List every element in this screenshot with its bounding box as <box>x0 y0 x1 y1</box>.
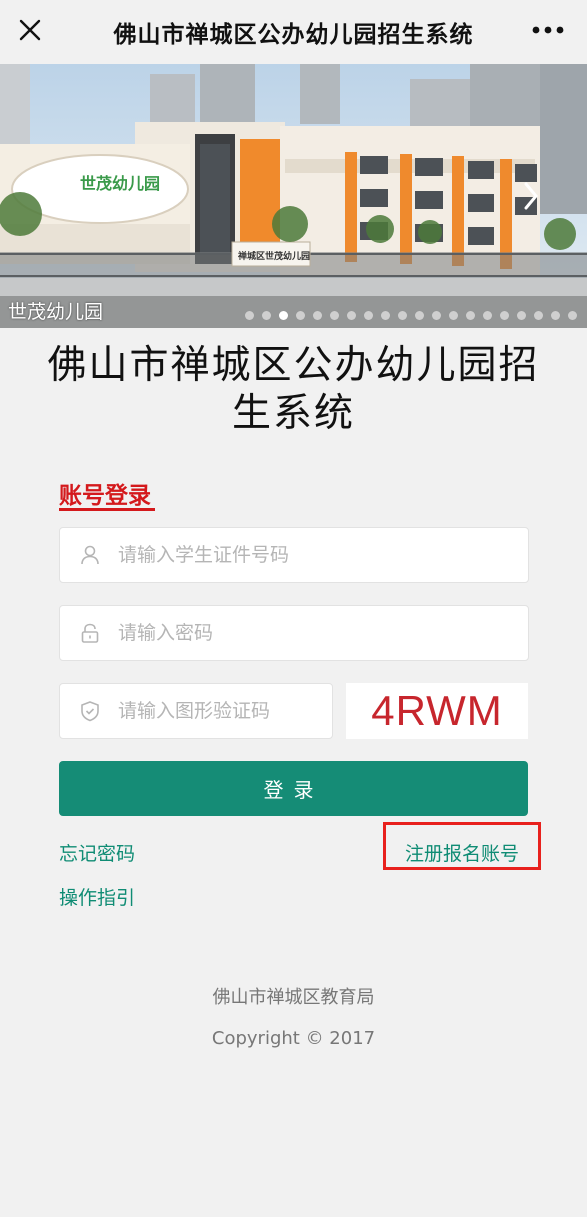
carousel-dot[interactable] <box>517 311 526 320</box>
more-icon[interactable] <box>531 18 565 42</box>
tab-account-login[interactable]: 账号登录 <box>59 476 151 510</box>
forgot-password-link[interactable]: 忘记密码 <box>59 839 135 866</box>
carousel-dot[interactable] <box>534 311 543 320</box>
carousel-dot[interactable] <box>347 311 356 320</box>
captcha-image[interactable]: 4RWM <box>346 683 528 739</box>
shield-icon <box>78 699 102 723</box>
carousel-dot[interactable] <box>313 311 322 320</box>
banner-carousel[interactable]: 世茂幼儿园 禅城区世茂幼儿园 世茂幼儿园 <box>0 64 587 328</box>
banner-caption: 世茂幼儿园 <box>8 301 104 323</box>
carousel-dot[interactable] <box>483 311 492 320</box>
carousel-dot[interactable] <box>364 311 373 320</box>
banner-image: 世茂幼儿园 禅城区世茂幼儿园 <box>0 64 587 328</box>
carousel-next-arrow-icon[interactable] <box>519 176 543 216</box>
carousel-dot[interactable] <box>279 311 288 320</box>
student-id-input[interactable] <box>116 543 528 567</box>
carousel-dot[interactable] <box>551 311 560 320</box>
carousel-dot[interactable] <box>262 311 271 320</box>
password-input[interactable] <box>116 621 528 645</box>
footer-copyright: Copyright © 2017 <box>211 1028 376 1049</box>
captcha-field[interactable] <box>59 683 333 739</box>
carousel-dot[interactable] <box>245 311 254 320</box>
gate-sign: 禅城区世茂幼儿园 <box>237 250 310 262</box>
top-bar: 佛山市禅城区公办幼儿园招生系统 <box>0 0 587 64</box>
carousel-dot[interactable] <box>398 311 407 320</box>
carousel-dot[interactable] <box>500 311 509 320</box>
close-icon[interactable] <box>16 16 44 44</box>
carousel-dot[interactable] <box>466 311 475 320</box>
login-button[interactable]: 登录 <box>59 761 528 816</box>
lock-icon <box>78 621 102 645</box>
register-account-link[interactable]: 注册报名账号 <box>405 839 519 866</box>
carousel-dot[interactable] <box>381 311 390 320</box>
captcha-input[interactable] <box>116 699 332 723</box>
page-title: 佛山市禅城区公办幼儿园招生系统 <box>113 22 474 48</box>
carousel-dots[interactable] <box>245 311 577 320</box>
carousel-dot[interactable] <box>415 311 424 320</box>
captcha-code: 4RWM <box>371 687 503 734</box>
carousel-dot[interactable] <box>296 311 305 320</box>
tab-underline <box>59 508 155 511</box>
carousel-prev-arrow-icon[interactable] <box>40 176 64 216</box>
carousel-dot[interactable] <box>330 311 339 320</box>
guide-link[interactable]: 操作指引 <box>59 883 135 910</box>
carousel-dot[interactable] <box>432 311 441 320</box>
user-icon <box>78 543 102 567</box>
footer-organization: 佛山市禅城区教育局 <box>212 987 375 1008</box>
banner-sign: 世茂幼儿园 <box>80 174 160 193</box>
student-id-field[interactable] <box>59 527 529 583</box>
password-field[interactable] <box>59 605 529 661</box>
carousel-dot[interactable] <box>568 311 577 320</box>
system-title: 佛山市禅城区公办幼儿园招生系统 <box>47 343 540 436</box>
carousel-dot[interactable] <box>449 311 458 320</box>
